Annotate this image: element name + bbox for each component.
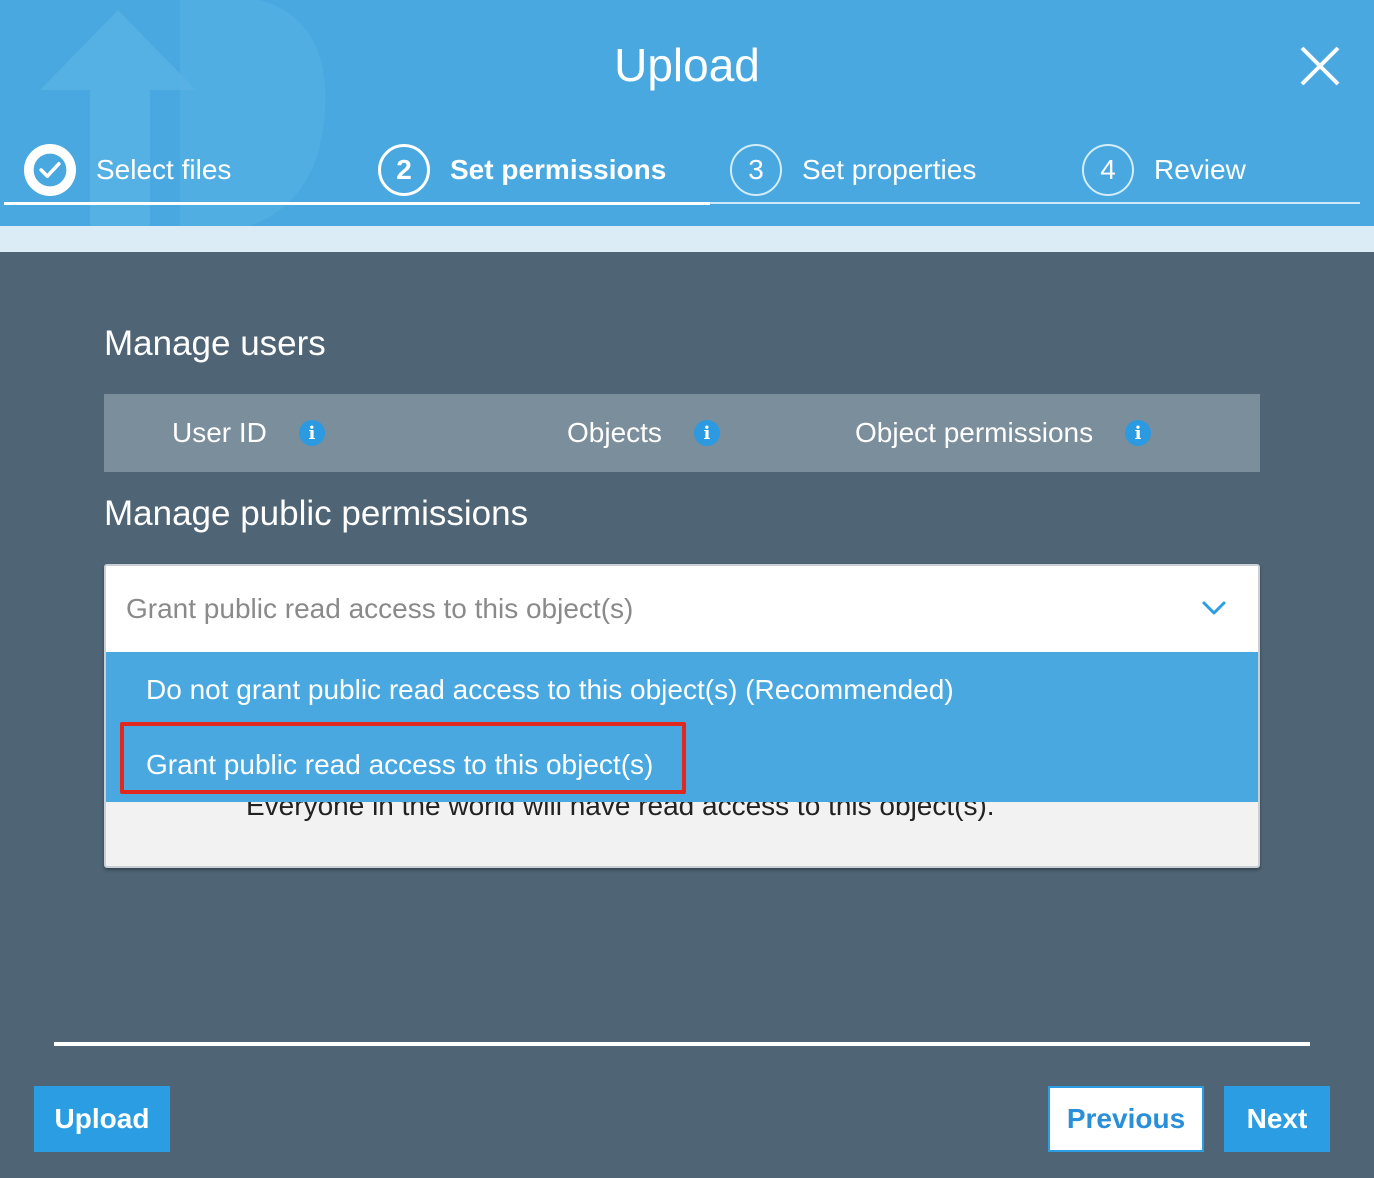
- step-number-badge: 3: [730, 144, 782, 196]
- public-permissions-dropdown-menu: Do not grant public read access to this …: [106, 652, 1258, 802]
- info-icon[interactable]: i: [298, 420, 325, 446]
- column-object-permissions: Object permissions i: [855, 394, 1152, 472]
- step-select-files[interactable]: Select files: [24, 142, 231, 198]
- next-button[interactable]: Next: [1224, 1086, 1330, 1152]
- header-sub-band: [0, 226, 1374, 252]
- upload-button[interactable]: Upload: [34, 1086, 170, 1152]
- option-do-not-grant[interactable]: Do not grant public read access to this …: [106, 652, 1258, 727]
- step-label: Set permissions: [450, 154, 667, 185]
- step-number-badge: 4: [1082, 144, 1134, 196]
- info-icon[interactable]: i: [693, 420, 720, 446]
- footer-divider: [54, 1042, 1310, 1046]
- step-set-properties[interactable]: 3 Set properties: [730, 142, 976, 198]
- step-set-permissions[interactable]: 2 Set permissions: [378, 142, 666, 198]
- step-remaining-line: [710, 202, 1360, 204]
- manage-public-permissions-title: Manage public permissions: [104, 494, 529, 533]
- public-permissions-select[interactable]: Grant public read access to this object(…: [106, 566, 1258, 652]
- select-current-value: Grant public read access to this object(…: [126, 593, 634, 624]
- info-icon[interactable]: i: [1125, 420, 1152, 446]
- modal-title: Upload: [614, 39, 760, 91]
- step-label: Review: [1154, 154, 1246, 185]
- column-label: Objects: [567, 417, 662, 448]
- close-button[interactable]: [1296, 42, 1344, 90]
- step-label: Select files: [96, 154, 232, 185]
- step-number-badge: 2: [378, 144, 430, 196]
- previous-button[interactable]: Previous: [1048, 1086, 1204, 1152]
- column-user-id: User ID i: [172, 394, 325, 472]
- column-label: User ID: [172, 417, 267, 448]
- checkmark-icon: [24, 144, 76, 196]
- step-progress-line: [4, 202, 710, 205]
- step-label: Set properties: [802, 154, 977, 185]
- column-objects: Objects i: [567, 394, 720, 472]
- step-review[interactable]: 4 Review: [1082, 142, 1246, 198]
- option-grant-public-read[interactable]: Grant public read access to this object(…: [106, 727, 1258, 802]
- modal-header: Upload Select files 2 Set permissions 3 …: [0, 0, 1374, 226]
- column-label: Object permissions: [855, 417, 1094, 448]
- close-icon: [1300, 46, 1340, 86]
- users-table-header: User ID i Objects i Object permissions i: [104, 394, 1260, 472]
- manage-users-title: Manage users: [104, 324, 326, 363]
- chevron-down-icon: [1202, 601, 1226, 615]
